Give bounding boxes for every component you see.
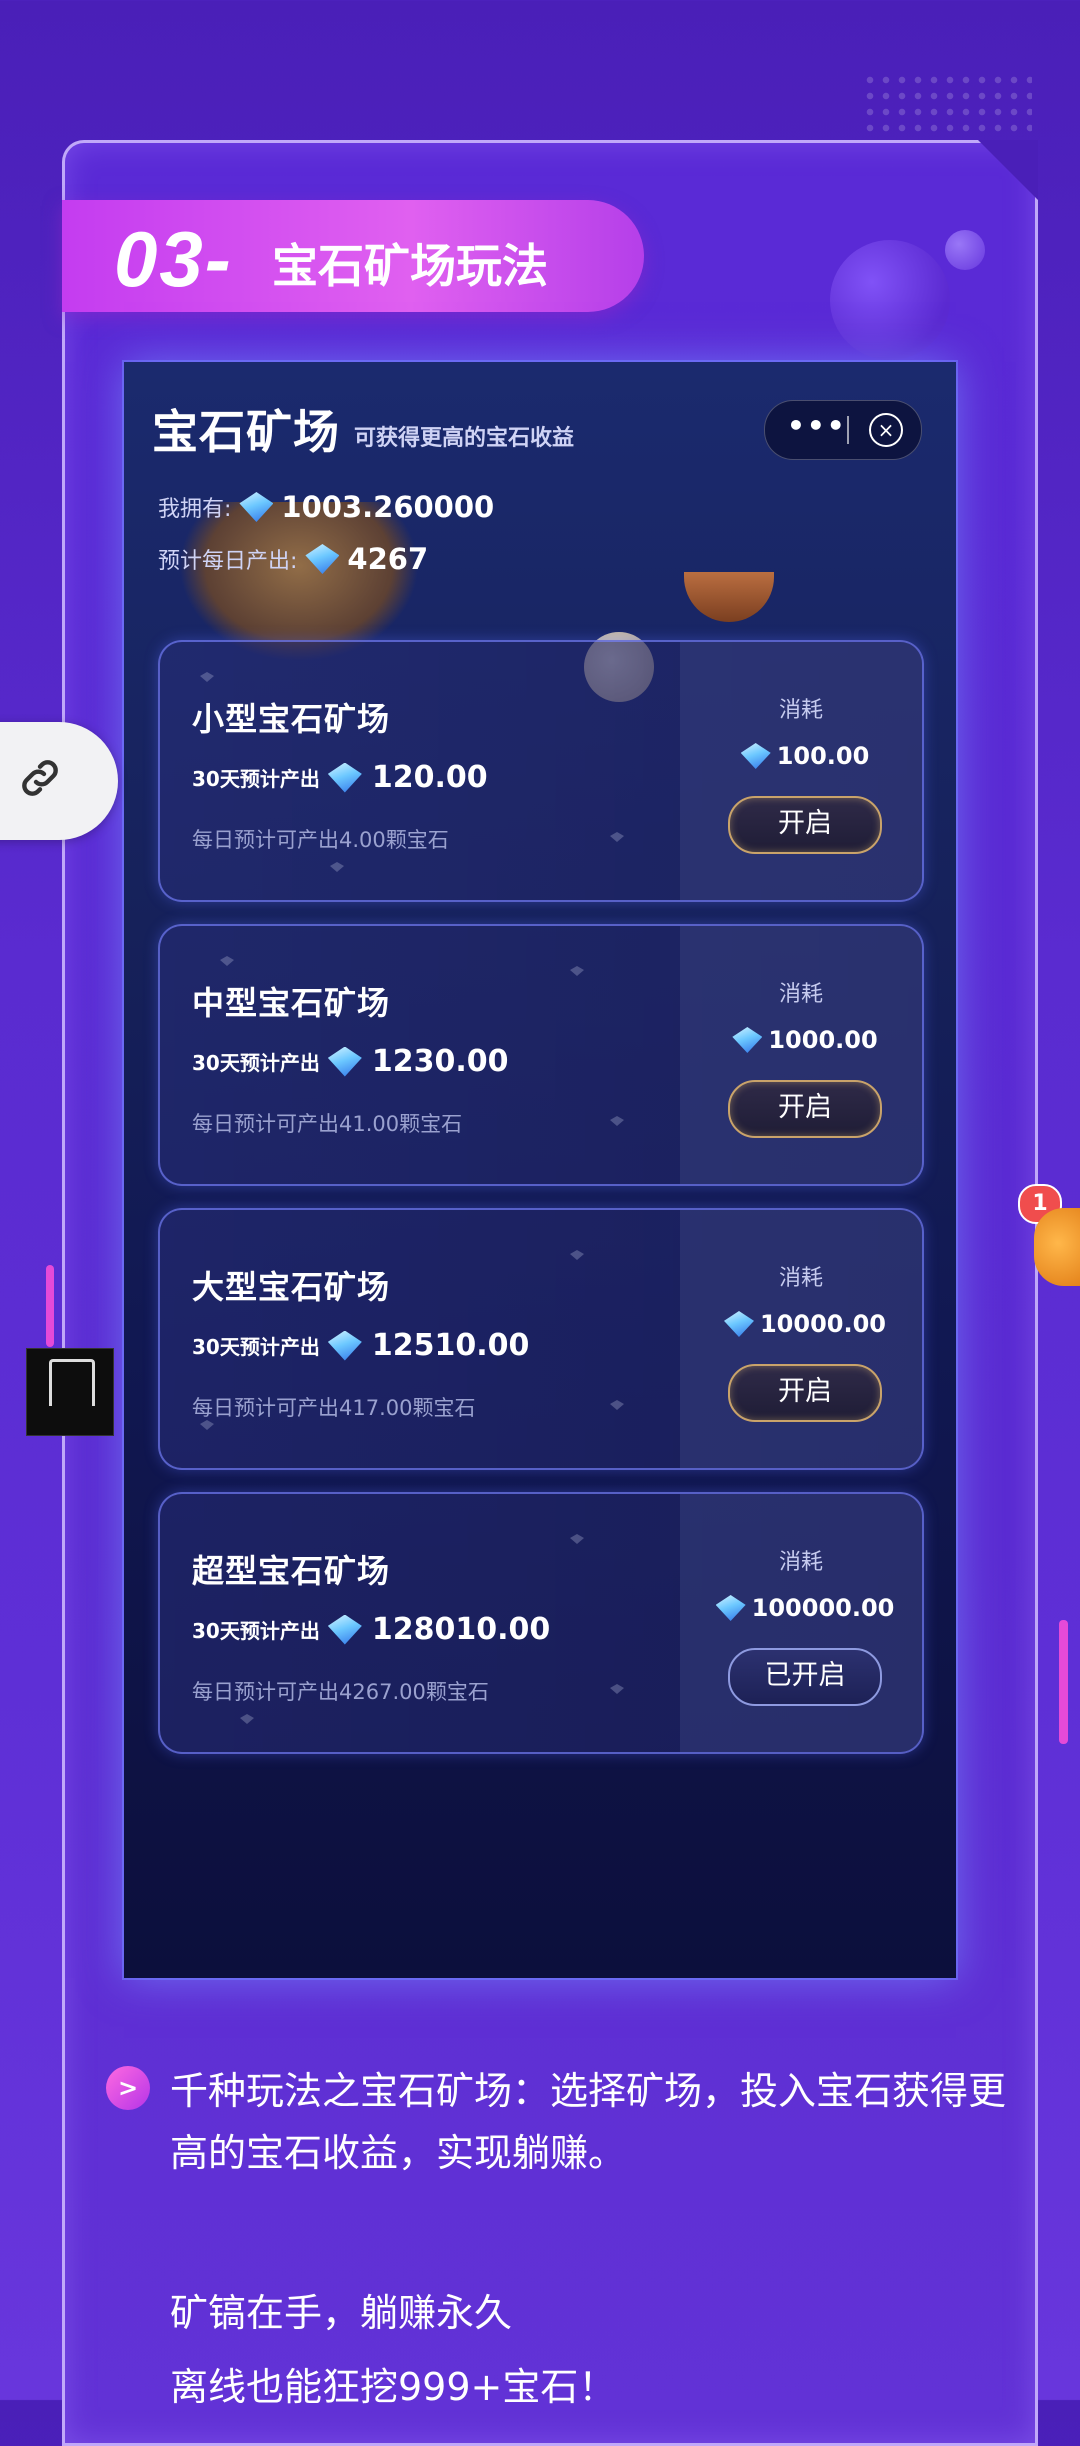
estimate-value: 12510.00	[371, 1328, 530, 1363]
section-title: 宝石矿场玩法	[272, 239, 548, 293]
cost-label: 消耗	[778, 982, 823, 1007]
section-header: 03- 宝石矿场玩法	[62, 200, 644, 312]
cost-label: 消耗	[778, 698, 823, 723]
mini-app-screenshot: 宝石矿场 可获得更高的宝石收益 ••• × 我拥有: 1003.260000 预…	[124, 362, 956, 1978]
bubble-decoration	[830, 240, 950, 360]
mini-app-title: 宝石矿场	[152, 405, 340, 459]
gem-icon	[239, 492, 274, 522]
owned-gems-row: 我拥有: 1003.260000	[158, 490, 494, 524]
close-icon[interactable]: ×	[869, 413, 903, 447]
gem-icon	[327, 1614, 362, 1645]
estimate-value: 128010.00	[371, 1612, 551, 1647]
gem-icon	[327, 1046, 362, 1077]
open-mine-button[interactable]: 开启	[728, 1364, 882, 1422]
mini-app-subtitle: 可获得更高的宝石收益	[354, 426, 575, 451]
mine-card-large: 大型宝石矿场 30天预计产出 12510.00 每日预计可产出417.00颗宝石…	[158, 1208, 924, 1470]
mine-estimate: 30天预计产出 1230.00	[192, 1044, 508, 1079]
estimate-value: 120.00	[371, 760, 488, 795]
cost-value-row: 100.00	[680, 742, 922, 770]
treasure-chest-illustration	[179, 502, 419, 662]
cost-value: 100000.00	[751, 1594, 895, 1622]
mine-card-medium: 中型宝石矿场 30天预计产出 1230.00 每日预计可产出41.00颗宝石 消…	[158, 924, 924, 1186]
bubble-decoration-small	[945, 230, 985, 270]
open-mine-button[interactable]: 开启	[728, 796, 882, 854]
description-text: 千种玩法之宝石矿场：选择矿场，投入宝石获得更高的宝石收益，实现躺赚。	[170, 2069, 1007, 2175]
open-mine-button[interactable]: 开启	[728, 1080, 882, 1138]
cost-value: 1000.00	[768, 1026, 878, 1054]
frame-corner-cut	[978, 140, 1038, 200]
cost-label: 消耗	[778, 1550, 823, 1575]
mine-cost-panel	[680, 1210, 922, 1468]
mine-daily-output: 每日预计可产出41.00颗宝石	[192, 1112, 463, 1136]
mine-estimate: 30天预计产出 12510.00	[192, 1328, 529, 1363]
pot-illustration	[684, 572, 774, 622]
daily-output-row: 预计每日产出: 4267	[158, 542, 428, 576]
cost-value-row: 10000.00	[680, 1310, 922, 1338]
estimate-label: 30天预计产出	[192, 1335, 320, 1359]
mine-opened-button[interactable]: 已开启	[728, 1648, 882, 1706]
more-icon[interactable]: •••	[787, 409, 847, 442]
estimate-label: 30天预计产出	[192, 1051, 320, 1075]
gem-icon	[305, 544, 340, 574]
capsule-divider	[847, 416, 849, 444]
gem-icon	[327, 762, 362, 793]
left-accent-bar	[46, 1265, 54, 1347]
gem-icon	[723, 1311, 754, 1337]
bullet-arrow-icon: >	[106, 2066, 150, 2110]
cost-value-row: 1000.00	[680, 1026, 922, 1054]
gem-icon	[740, 743, 771, 769]
floating-avatar[interactable]	[26, 1348, 114, 1436]
estimate-value: 1230.00	[371, 1044, 509, 1079]
slogan-line-1: 矿镐在手，躺赚永久	[170, 2291, 513, 2335]
cost-value: 10000.00	[759, 1310, 886, 1338]
mine-estimate: 30天预计产出 120.00	[192, 760, 488, 795]
mine-daily-output: 每日预计可产出417.00颗宝石	[192, 1396, 476, 1420]
gem-icon	[715, 1595, 746, 1621]
mine-name: 大型宝石矿场	[192, 1268, 391, 1306]
mine-name: 中型宝石矿场	[192, 984, 391, 1022]
mine-daily-output: 每日预计可产出4267.00颗宝石	[192, 1680, 489, 1704]
daily-output-label: 预计每日产出:	[158, 549, 298, 574]
mine-name: 超型宝石矿场	[192, 1552, 391, 1590]
right-accent-bar	[1059, 1620, 1068, 1744]
mini-program-capsule: ••• ×	[764, 400, 922, 460]
mine-cost-panel	[680, 926, 922, 1184]
copy-link-chip[interactable]	[0, 722, 118, 840]
gem-icon	[732, 1027, 763, 1053]
cost-value-row: 100000.00	[680, 1594, 922, 1622]
gem-icon	[327, 1330, 362, 1361]
section-number: 03-	[114, 215, 233, 303]
mine-name: 小型宝石矿场	[192, 700, 391, 738]
estimate-label: 30天预计产出	[192, 1619, 320, 1643]
mine-card-small: 小型宝石矿场 30天预计产出 120.00 每日预计可产出4.00颗宝石 消耗 …	[158, 640, 924, 902]
tiger-mascot-icon[interactable]	[1034, 1208, 1080, 1286]
estimate-label: 30天预计产出	[192, 767, 320, 791]
daily-output-value: 4267	[347, 542, 429, 576]
mine-card-super: 超型宝石矿场 30天预计产出 128010.00 每日预计可产出4267.00颗…	[158, 1492, 924, 1754]
link-icon	[22, 760, 58, 796]
mine-cost-panel	[680, 642, 922, 900]
mine-cost-panel	[680, 1494, 922, 1752]
cost-value: 100.00	[776, 742, 870, 770]
mine-daily-output: 每日预计可产出4.00颗宝石	[192, 828, 449, 852]
slogan-line-2: 离线也能狂挖999+宝石！	[170, 2365, 617, 2409]
mine-estimate: 30天预计产出 128010.00	[192, 1612, 550, 1647]
owned-label: 我拥有:	[158, 497, 232, 522]
avatar-logo-icon	[49, 1359, 95, 1406]
owned-value: 1003.260000	[281, 490, 495, 524]
cost-label: 消耗	[778, 1266, 823, 1291]
